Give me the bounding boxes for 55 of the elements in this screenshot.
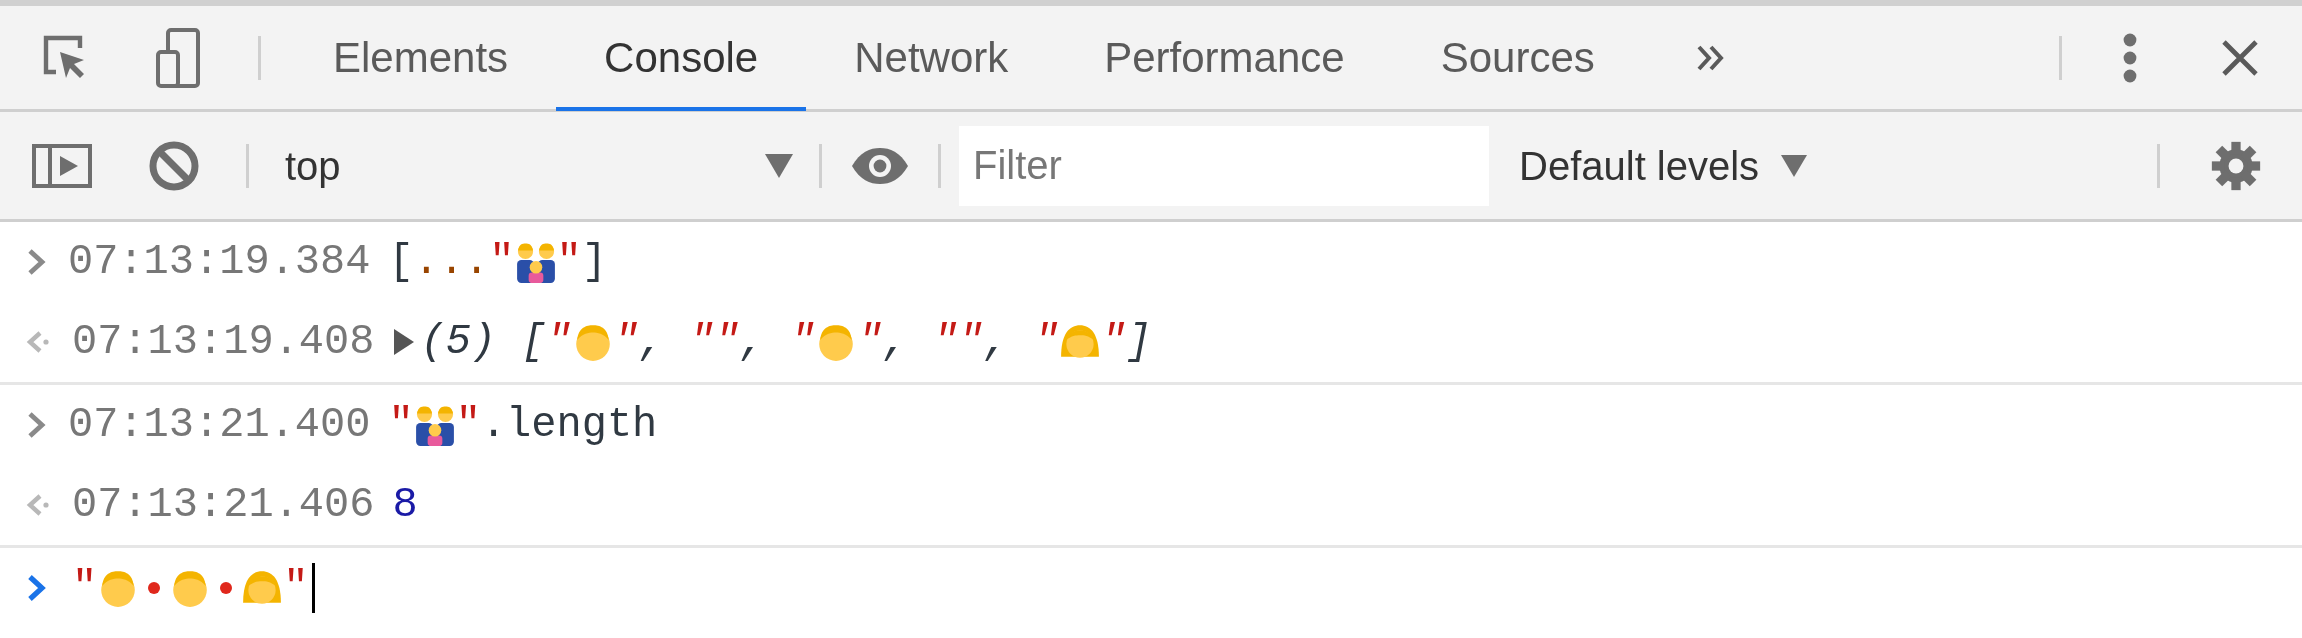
- timestamp: 07:13:21.400: [68, 399, 371, 451]
- spread-text: ...: [413, 236, 490, 288]
- code-text: ,: [983, 316, 1010, 368]
- string-quote: ": [790, 316, 816, 368]
- tab[interactable]: Network: [806, 8, 1057, 111]
- close-icon[interactable]: [2220, 37, 2260, 78]
- tab[interactable]: Elements: [285, 8, 557, 111]
- timestamp: 07:13:21.406: [72, 479, 375, 531]
- result-arrow-icon: [26, 329, 50, 355]
- text-cursor: [312, 563, 316, 613]
- dropdown-triangle-icon: [765, 153, 793, 178]
- input-chevron-icon: [26, 410, 46, 440]
- string-quote: "": [933, 316, 984, 368]
- number-value: 8: [392, 479, 418, 531]
- code-text: ]: [1126, 316, 1152, 368]
- string-quote: ": [388, 399, 414, 451]
- tab[interactable]: Sources: [1392, 8, 1643, 111]
- string-quote: ": [857, 316, 883, 368]
- timestamp: 07:13:19.384: [68, 236, 371, 288]
- code-text: ,: [882, 316, 909, 368]
- code-text: [: [388, 236, 414, 288]
- code-text: ,: [638, 316, 666, 368]
- tab[interactable]: Performance: [1056, 8, 1393, 111]
- string-quote: ": [72, 562, 98, 614]
- code-text: ,: [739, 316, 766, 368]
- more-options-icon[interactable]: [2122, 31, 2138, 84]
- timestamp: 07:13:19.408: [72, 316, 375, 368]
- string-quote: ": [455, 399, 481, 451]
- context-select[interactable]: top: [259, 135, 819, 196]
- string-quote: ": [613, 316, 639, 368]
- string-quote: ": [283, 562, 309, 614]
- family-icon: [514, 241, 557, 283]
- string-quote: ": [489, 236, 515, 288]
- filter-field[interactable]: Filter: [959, 125, 1489, 206]
- string-quote: ": [1101, 316, 1127, 368]
- code-text: (5) [: [420, 316, 547, 368]
- code-text: ]: [581, 236, 607, 288]
- device-icon[interactable]: [156, 27, 200, 88]
- string-quote: ": [546, 316, 572, 368]
- sidebar-toggle-icon[interactable]: [32, 143, 92, 188]
- levels-dropdown[interactable]: Default levels: [1519, 135, 1808, 196]
- dropdown-triangle-icon: [1781, 154, 1808, 177]
- input-chevron-icon: [26, 247, 46, 277]
- clear-icon[interactable]: [148, 139, 200, 192]
- eye-icon[interactable]: [850, 147, 910, 184]
- string-quote: "": [689, 316, 740, 368]
- string-quote: ": [1033, 316, 1060, 368]
- prompt-chevron-icon: [26, 573, 46, 603]
- code-text: .length: [480, 399, 658, 451]
- joiner-dot-icon: [219, 581, 234, 595]
- result-arrow-icon: [26, 492, 50, 518]
- family-icon: [413, 404, 456, 446]
- settings-icon[interactable]: [2210, 139, 2262, 192]
- joiner-dot-icon: [147, 581, 162, 595]
- string-quote: ": [556, 236, 582, 288]
